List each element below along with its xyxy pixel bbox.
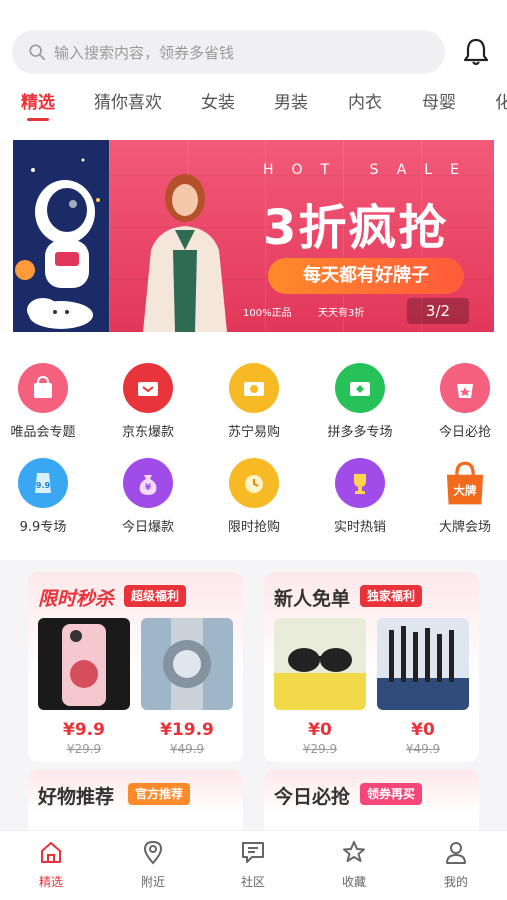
category-flash-sale[interactable]: 限时抢购: [204, 458, 304, 535]
product-image-sunglasses[interactable]: [274, 618, 366, 710]
original-price: ¥49.9: [405, 742, 441, 756]
star-bag-icon: [440, 363, 490, 413]
tab-baby[interactable]: 母婴: [422, 88, 456, 113]
guarantee-authentic: 100%正品: [243, 308, 292, 319]
new-user-title: 新人免单: [274, 588, 351, 610]
category-suning[interactable]: 苏宁易购: [204, 363, 304, 440]
banner-headline: 3折疯抢: [263, 200, 449, 256]
alarm-clock-icon: [229, 458, 279, 508]
guarantee-daily-discount: 天天有3折: [318, 308, 365, 319]
category-vip[interactable]: 唯品会专题: [0, 363, 93, 440]
chat-icon: [242, 842, 264, 863]
price: ¥9.9: [63, 720, 105, 740]
bottom-nav: 精选 附近 社区 收藏 我的: [0, 830, 507, 900]
today-must-grab-title: 今日必抢: [274, 786, 351, 808]
tab-cosmetics[interactable]: 化: [495, 88, 507, 113]
flash-sale-badge: 超级福利: [124, 585, 187, 607]
astronaut-illustration: [13, 140, 109, 332]
category-tabs: 精选 猜你喜欢 女装 男装 内衣 母婴 化: [0, 88, 507, 128]
location-pin-icon: [143, 840, 163, 865]
good-picks-title: 好物推荐: [38, 786, 115, 808]
category-jd[interactable]: 京东爆款: [98, 363, 198, 440]
tab-featured[interactable]: 精选: [21, 88, 55, 113]
original-price: ¥49.9: [169, 742, 205, 756]
tab-womens[interactable]: 女装: [201, 88, 235, 113]
good-picks-badge: 官方推荐: [128, 783, 191, 805]
home-icon: [41, 842, 61, 863]
nav-favorites[interactable]: 收藏: [314, 839, 394, 890]
price: ¥0: [411, 720, 435, 740]
nav-nearby[interactable]: 附近: [113, 839, 193, 890]
nav-featured[interactable]: 精选: [11, 839, 91, 890]
flash-sale-title: 限时秒杀: [38, 588, 115, 610]
star-icon: [343, 841, 365, 862]
search-placeholder: 输入搜索内容，领券多省钱: [54, 43, 235, 62]
price: ¥0: [308, 720, 332, 740]
jd-icon: [123, 363, 173, 413]
nav-profile[interactable]: 我的: [416, 839, 496, 890]
original-price: ¥29.9: [66, 742, 102, 756]
nav-community[interactable]: 社区: [213, 839, 293, 890]
product-image-phone-case[interactable]: [38, 618, 130, 710]
price-tag-icon: 9.9: [18, 458, 68, 508]
bell-icon[interactable]: [460, 36, 492, 68]
svg-text:9.9: 9.9: [36, 481, 51, 490]
banner-slogan: 每天都有好牌子: [268, 258, 464, 294]
category-pdd[interactable]: 拼多多专场: [310, 363, 410, 440]
promo-banner[interactable]: HOT SALE 3折疯抢 每天都有好牌子 100%正品 天天有3折 3/2: [13, 140, 494, 332]
active-tab-indicator: [27, 118, 49, 121]
new-user-free-card[interactable]: 新人免单 独家福利 ¥0 ¥29.9 ¥0 ¥49.9: [264, 572, 479, 762]
user-icon: [446, 842, 466, 864]
money-bag-icon: ¥: [123, 458, 173, 508]
hot-sale-text: HOT SALE: [263, 162, 477, 178]
category-today-hot[interactable]: ¥ 今日爆款: [98, 458, 198, 535]
new-user-badge: 独家福利: [360, 585, 423, 607]
banner-pager: 3/2: [407, 298, 469, 324]
category-9-9[interactable]: 9.9 9.9专场: [0, 458, 93, 535]
model-illustration: [143, 174, 227, 332]
pdd-icon: [335, 363, 385, 413]
svg-text:¥: ¥: [145, 483, 152, 493]
trophy-icon: [335, 458, 385, 508]
category-big-brand[interactable]: 大牌 大牌会场: [415, 458, 507, 535]
suning-icon: [229, 363, 279, 413]
search-icon: [29, 44, 46, 61]
svg-text:大牌: 大牌: [454, 484, 477, 498]
search-bar[interactable]: 输入搜索内容，领券多省钱: [12, 30, 445, 74]
price: ¥19.9: [160, 720, 214, 740]
shopping-bag-icon: 大牌: [440, 458, 490, 508]
product-image-makeup-brushes[interactable]: [377, 618, 469, 710]
flash-sale-card[interactable]: 限时秒杀 超级福利 ¥9.9 ¥29.9 ¥19.9 ¥49.9: [28, 572, 243, 762]
tab-guess-you-like[interactable]: 猜你喜欢: [94, 88, 162, 113]
category-today-must-grab[interactable]: 今日必抢: [415, 363, 507, 440]
vip-bag-icon: [18, 363, 68, 413]
product-image-watch[interactable]: [141, 618, 233, 710]
tab-mens[interactable]: 男装: [274, 88, 308, 113]
original-price: ¥29.9: [302, 742, 338, 756]
today-must-grab-badge: 领券再买: [360, 783, 423, 805]
top-section: 输入搜索内容，领券多省钱 精选 猜你喜欢 女装 男装 内衣 母婴 化 HOT S…: [0, 0, 507, 560]
category-realtime-hot[interactable]: 实时热销: [310, 458, 410, 535]
tab-underwear[interactable]: 内衣: [348, 88, 382, 113]
